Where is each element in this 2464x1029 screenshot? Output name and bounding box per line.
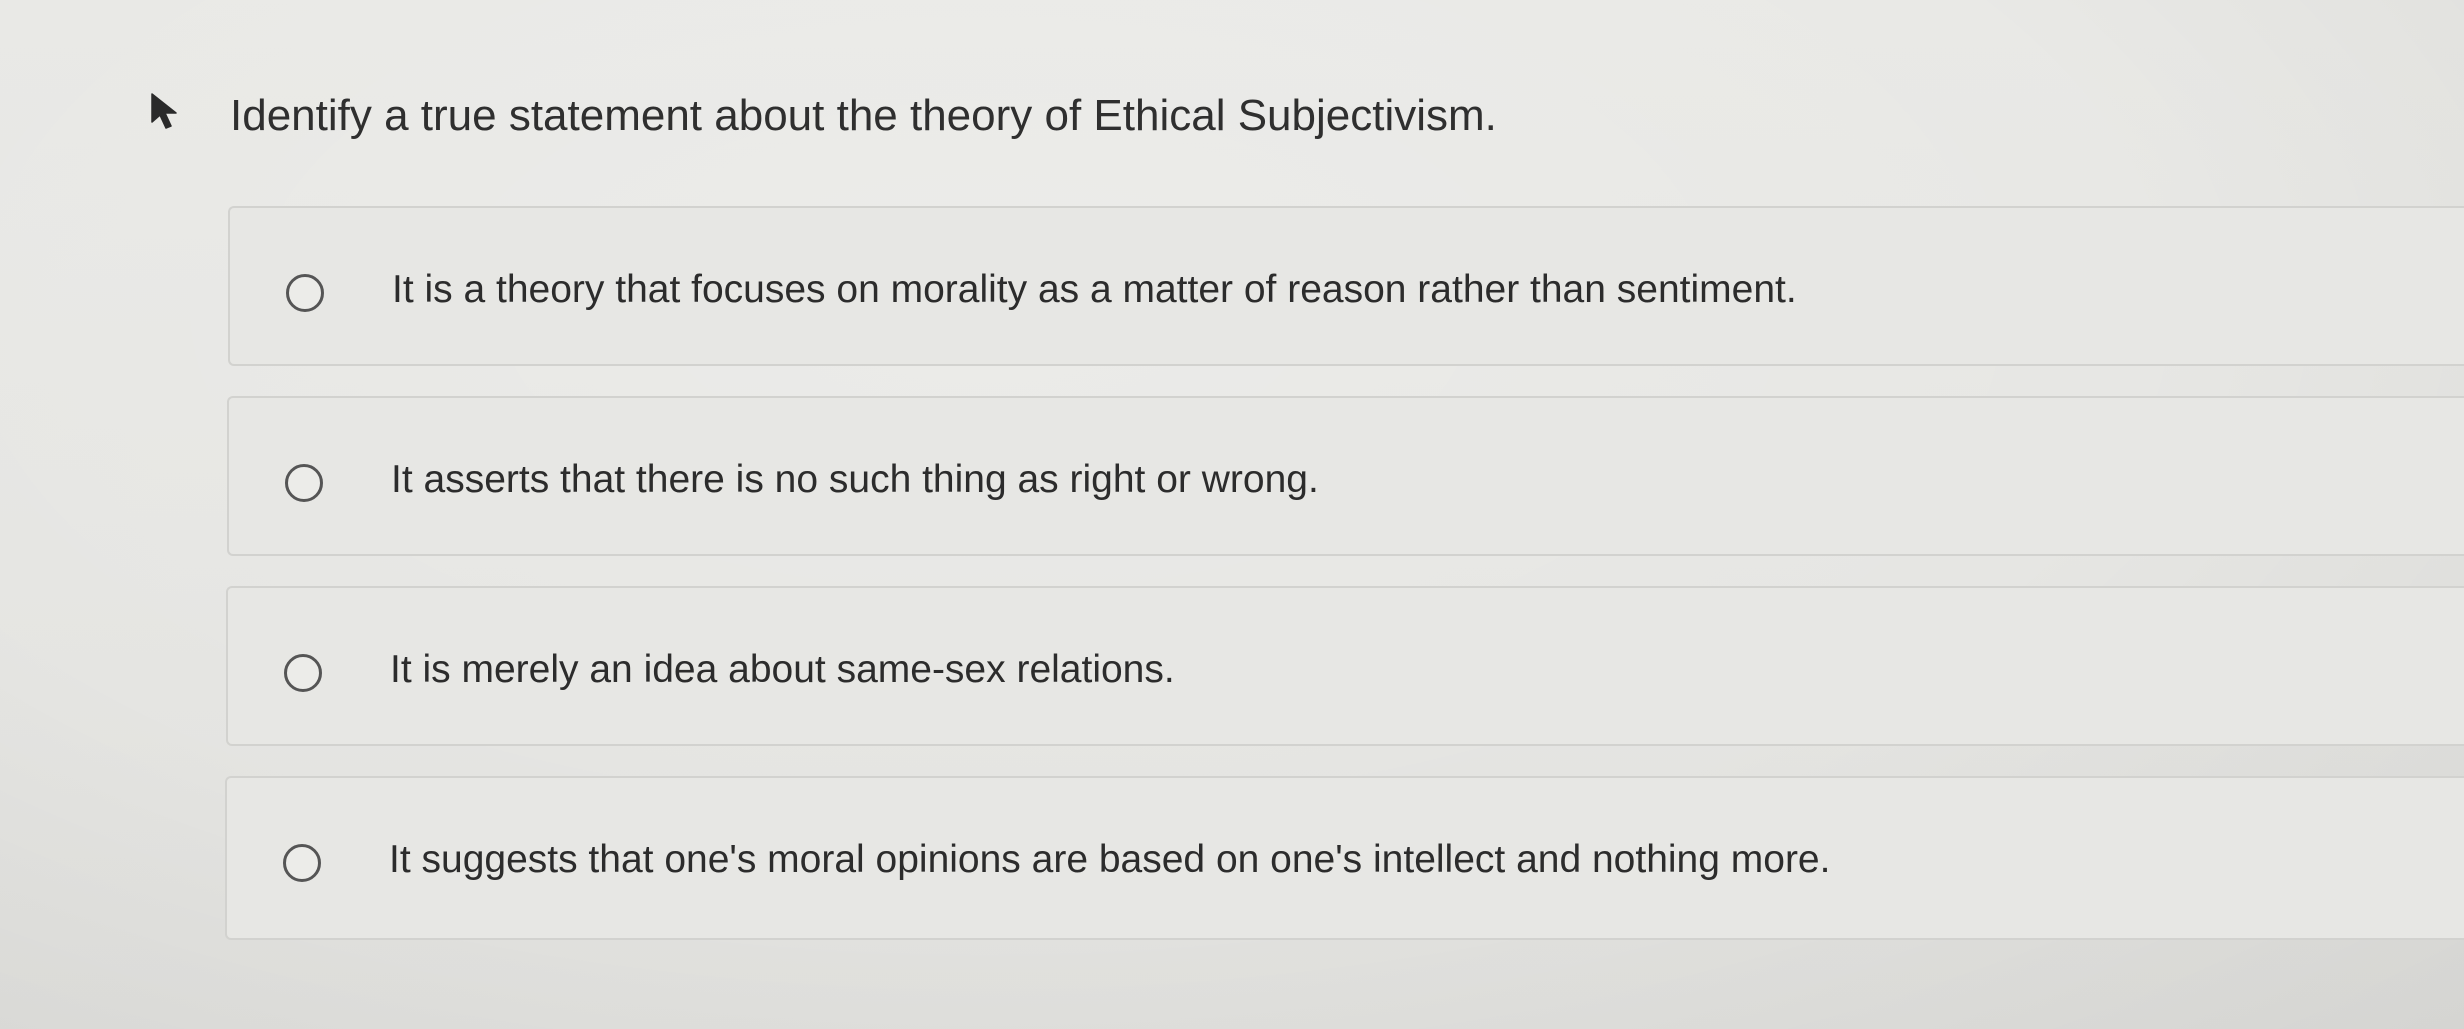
answer-option-2[interactable]: It asserts that there is no such thing a… — [227, 396, 2464, 556]
answer-option-label: It suggests that one's moral opinions ar… — [389, 838, 1831, 881]
answer-option-label: It is a theory that focuses on morality … — [392, 268, 1797, 311]
radio-button-icon[interactable] — [283, 844, 321, 882]
answer-option-label: It is merely an idea about same-sex rela… — [390, 648, 1175, 691]
answer-option-label: It asserts that there is no such thing a… — [391, 458, 1319, 501]
radio-button-icon[interactable] — [285, 464, 323, 502]
answer-option-1[interactable]: It is a theory that focuses on morality … — [228, 206, 2464, 366]
answer-option-4[interactable]: It suggests that one's moral opinions ar… — [225, 776, 2464, 940]
mouse-pointer-icon — [146, 88, 190, 132]
answer-options: It is a theory that focuses on morality … — [225, 206, 2464, 970]
answer-option-3[interactable]: It is merely an idea about same-sex rela… — [226, 586, 2464, 746]
radio-button-icon[interactable] — [286, 274, 324, 312]
question-text: Identify a true statement about the theo… — [230, 91, 1497, 140]
radio-button-icon[interactable] — [284, 654, 322, 692]
